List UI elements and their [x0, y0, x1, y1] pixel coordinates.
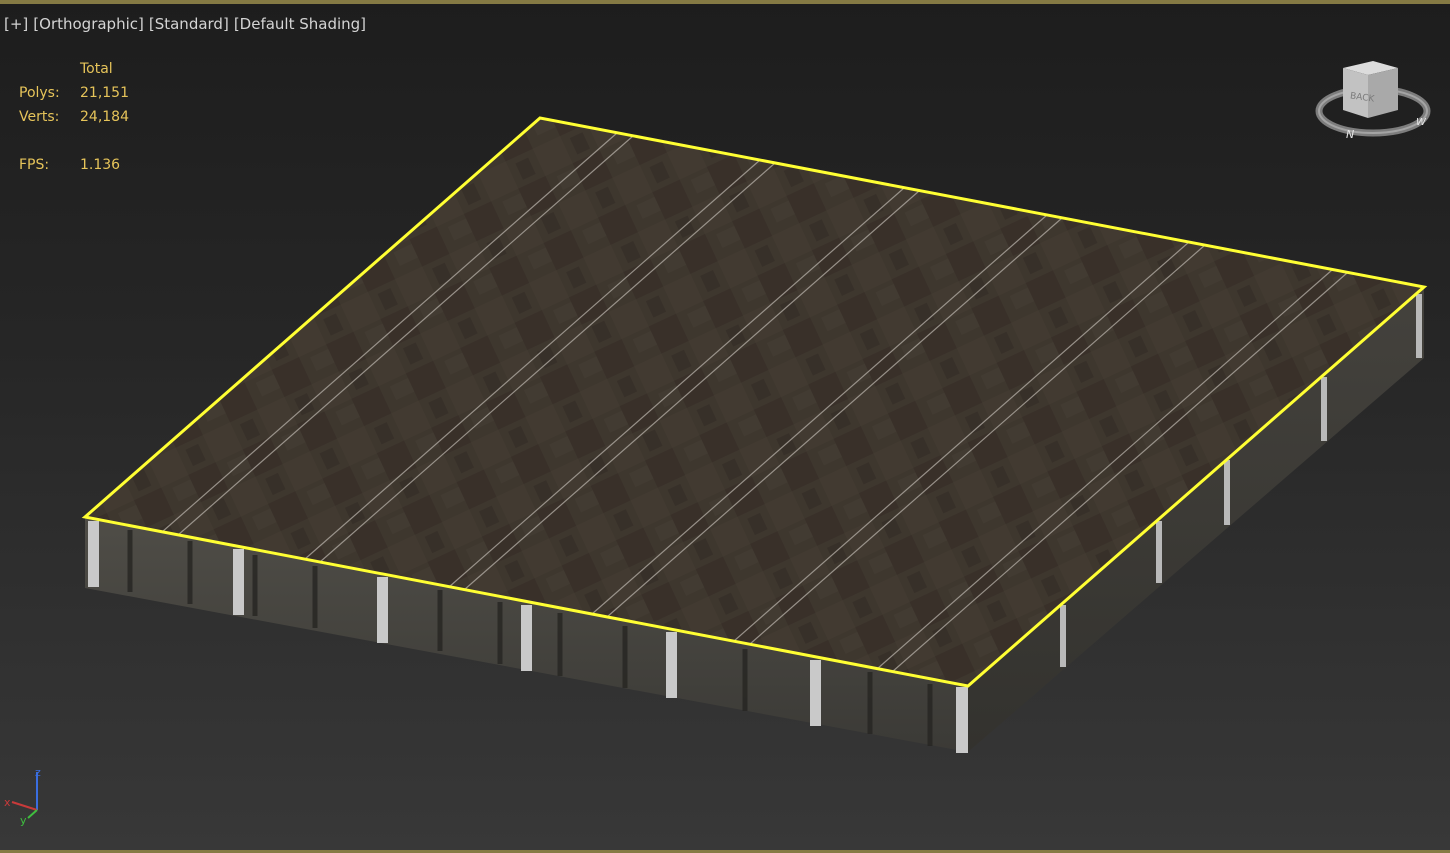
axis-tripod-icon: z x y — [4, 766, 41, 827]
axis-z-label: z — [35, 766, 41, 779]
axis-y-label: y — [20, 814, 27, 827]
viewport-plus-menu[interactable]: [+] — [4, 15, 28, 33]
stats-fps-label: FPS: — [19, 157, 50, 173]
viewcube-compass-n[interactable]: N — [1346, 128, 1354, 141]
scene-canvas[interactable] — [0, 0, 1450, 853]
viewport-label-menu: [+] [Orthographic] [Standard] [Default Shad… — [4, 15, 371, 33]
axis-x-label: x — [4, 796, 11, 809]
viewcube-side-face[interactable] — [1368, 68, 1398, 118]
perspective-viewport[interactable]: [+] [Orthographic] [Standard] [Default Shad… — [0, 0, 1450, 853]
stats-polys-label: Polys: — [19, 85, 60, 101]
stats-fps-value: 1.136 — [80, 157, 121, 173]
viewcube-compass-w[interactable]: W — [1416, 117, 1427, 128]
stats-column-header: Total — [80, 61, 113, 77]
stats-verts-label: Verts: — [19, 109, 60, 125]
stats-verts-value: 24,184 — [80, 109, 129, 125]
stats-polys-value: 21,151 — [80, 85, 129, 101]
viewport-shading-menu[interactable]: [Default Shading] — [234, 15, 366, 33]
viewcube-icon[interactable]: BACK N W — [1310, 52, 1440, 147]
viewport-projection-menu[interactable]: [Orthographic] — [33, 15, 144, 33]
viewport-renderer-menu[interactable]: [Standard] — [149, 15, 229, 33]
